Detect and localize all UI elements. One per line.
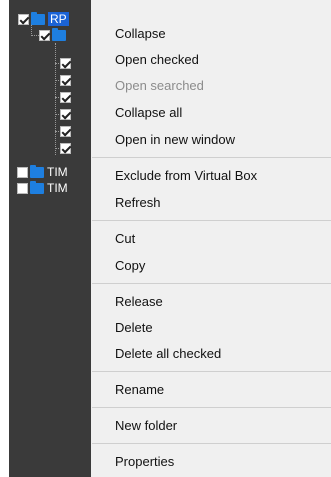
tree-node-tim-2[interactable]: TIM [17, 180, 68, 196]
checkbox-unchecked-icon[interactable] [17, 166, 28, 178]
checkbox-checked-icon[interactable] [18, 13, 29, 25]
menu-separator [92, 220, 331, 221]
menu-item-new-folder[interactable]: New folder [91, 412, 331, 438]
tree-node-tim-1[interactable]: TIM [17, 164, 68, 180]
checkbox-checked-icon[interactable] [60, 58, 71, 69]
folder-icon [30, 164, 44, 178]
menu-item-delete[interactable]: Delete [91, 314, 331, 340]
menu-item-collapse-all[interactable]: Collapse all [91, 99, 331, 125]
menu-separator [92, 157, 331, 158]
tree-node-label[interactable]: TIM [47, 165, 68, 179]
tree-node-label[interactable]: TIM [47, 181, 68, 195]
checkbox-checked-icon[interactable] [39, 29, 50, 41]
menu-item-collapse[interactable]: Collapse [91, 20, 331, 46]
menu-separator [92, 371, 331, 372]
menu-item-refresh[interactable]: Refresh [91, 189, 331, 215]
menu-item-release[interactable]: Release [91, 288, 331, 314]
menu-item-copy[interactable]: Copy [91, 252, 331, 278]
menu-item-open-checked[interactable]: Open checked [91, 46, 331, 72]
tree-node-root[interactable]: RP [18, 11, 69, 27]
tree-connector [55, 43, 56, 155]
menu-separator [92, 283, 331, 284]
menu-separator [92, 443, 331, 444]
checkbox-checked-icon[interactable] [60, 109, 71, 120]
menu-item-properties[interactable]: Properties [91, 448, 331, 474]
menu-item-rename[interactable]: Rename [91, 376, 331, 402]
folder-tree: RP TIM TIM [9, 0, 91, 477]
menu-item-open-searched: Open searched [115, 77, 204, 93]
checkbox-checked-icon[interactable] [60, 126, 71, 137]
menu-separator [92, 407, 331, 408]
folder-icon [31, 11, 45, 25]
checkbox-checked-icon[interactable] [60, 75, 71, 86]
checkbox-unchecked-icon[interactable] [17, 182, 28, 194]
menu-item-open-in-new-window[interactable]: Open in new window [91, 126, 331, 152]
menu-item-delete-all-checked[interactable]: Delete all checked [91, 340, 331, 366]
tree-node-label[interactable]: RP [48, 12, 69, 26]
menu-item-exclude-from-virtual-box[interactable]: Exclude from Virtual Box [91, 162, 331, 188]
context-menu: Collapse Open checked Open searched Coll… [91, 0, 331, 477]
checkbox-checked-icon[interactable] [60, 92, 71, 103]
tree-connector [31, 35, 39, 36]
folder-icon [30, 180, 44, 194]
menu-item-cut[interactable]: Cut [91, 225, 331, 251]
folder-icon [52, 27, 66, 41]
checkbox-checked-icon[interactable] [60, 143, 71, 154]
tree-node-child[interactable] [39, 27, 66, 43]
